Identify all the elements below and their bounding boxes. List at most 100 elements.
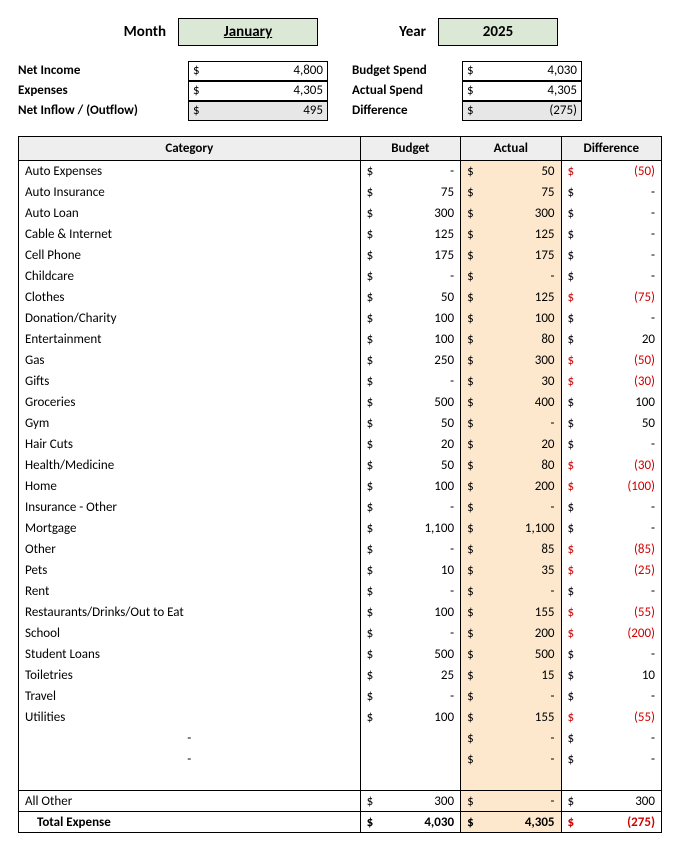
- actual-cell[interactable]: $300: [461, 203, 561, 224]
- actual-cell[interactable]: $-: [461, 413, 561, 434]
- actual-cell[interactable]: $50: [461, 161, 561, 182]
- actual-cell[interactable]: $15: [461, 665, 561, 686]
- difference-cell[interactable]: $-: [561, 266, 661, 287]
- budget-cell[interactable]: $-: [360, 161, 460, 182]
- difference-cell[interactable]: $(200): [561, 623, 661, 644]
- budget-cell[interactable]: $-: [360, 686, 460, 707]
- category-cell[interactable]: Restaurants/Drinks/Out to Eat: [19, 602, 361, 623]
- actual-cell[interactable]: $30: [461, 371, 561, 392]
- category-cell[interactable]: Gifts: [19, 371, 361, 392]
- budget-cell[interactable]: $-: [360, 266, 460, 287]
- actual-cell[interactable]: $80: [461, 455, 561, 476]
- budget-cell[interactable]: $100: [360, 329, 460, 350]
- actual-cell[interactable]: $175: [461, 245, 561, 266]
- category-cell[interactable]: Cable & Internet: [19, 224, 361, 245]
- expenses-value[interactable]: $ 4,305: [188, 81, 328, 101]
- budget-cell[interactable]: $175: [360, 245, 460, 266]
- actual-cell[interactable]: $-: [461, 581, 561, 602]
- net-income-value[interactable]: $ 4,800: [188, 61, 328, 81]
- budget-cell[interactable]: $25: [360, 665, 460, 686]
- actual-cell[interactable]: $125: [461, 287, 561, 308]
- budget-cell[interactable]: $20: [360, 434, 460, 455]
- category-cell[interactable]: Childcare: [19, 266, 361, 287]
- budget-cell[interactable]: $250: [360, 350, 460, 371]
- actual-cell[interactable]: $300: [461, 350, 561, 371]
- actual-cell[interactable]: $-: [461, 497, 561, 518]
- category-cell[interactable]: Gas: [19, 350, 361, 371]
- budget-cell[interactable]: $300: [360, 203, 460, 224]
- actual-cell[interactable]: $155: [461, 602, 561, 623]
- budget-cell[interactable]: $100: [360, 308, 460, 329]
- category-cell[interactable]: Cell Phone: [19, 245, 361, 266]
- difference-cell[interactable]: $-: [561, 497, 661, 518]
- difference-cell[interactable]: $(55): [561, 707, 661, 728]
- category-cell[interactable]: Pets: [19, 560, 361, 581]
- difference-cell[interactable]: $10: [561, 665, 661, 686]
- category-cell[interactable]: Auto Loan: [19, 203, 361, 224]
- actual-cell[interactable]: $80: [461, 329, 561, 350]
- budget-cell[interactable]: $50: [360, 287, 460, 308]
- budget-cell[interactable]: $-: [360, 497, 460, 518]
- difference-cell[interactable]: $(75): [561, 287, 661, 308]
- category-cell[interactable]: Gym: [19, 413, 361, 434]
- category-cell[interactable]: Mortgage: [19, 518, 361, 539]
- difference-cell[interactable]: $-: [561, 308, 661, 329]
- category-cell[interactable]: Rent: [19, 581, 361, 602]
- budget-cell[interactable]: $10: [360, 560, 460, 581]
- budget-spend-value[interactable]: $ 4,030: [462, 61, 582, 81]
- category-cell[interactable]: Toiletries: [19, 665, 361, 686]
- difference-cell[interactable]: $(25): [561, 560, 661, 581]
- category-cell[interactable]: Clothes: [19, 287, 361, 308]
- difference-cell[interactable]: $(55): [561, 602, 661, 623]
- budget-cell[interactable]: $50: [360, 413, 460, 434]
- actual-cell[interactable]: $200: [461, 476, 561, 497]
- budget-cell[interactable]: $-: [360, 539, 460, 560]
- budget-cell[interactable]: $125: [360, 224, 460, 245]
- difference-cell[interactable]: $-: [561, 686, 661, 707]
- actual-cell[interactable]: $500: [461, 644, 561, 665]
- budget-cell[interactable]: $50: [360, 455, 460, 476]
- difference-cell[interactable]: $-: [561, 203, 661, 224]
- actual-cell[interactable]: $125: [461, 224, 561, 245]
- budget-cell[interactable]: $100: [360, 476, 460, 497]
- category-cell[interactable]: Health/Medicine: [19, 455, 361, 476]
- category-cell[interactable]: Auto Insurance: [19, 182, 361, 203]
- difference-cell[interactable]: $100: [561, 392, 661, 413]
- actual-cell[interactable]: $400: [461, 392, 561, 413]
- category-cell[interactable]: Other: [19, 539, 361, 560]
- budget-cell[interactable]: $500: [360, 392, 460, 413]
- category-cell[interactable]: Auto Expenses: [19, 161, 361, 182]
- actual-cell[interactable]: $35: [461, 560, 561, 581]
- month-value[interactable]: January: [178, 18, 318, 46]
- category-cell[interactable]: Insurance - Other: [19, 497, 361, 518]
- budget-cell[interactable]: $-: [360, 581, 460, 602]
- category-cell[interactable]: Donation/Charity: [19, 308, 361, 329]
- difference-cell[interactable]: $(30): [561, 371, 661, 392]
- difference-cell[interactable]: $(50): [561, 350, 661, 371]
- budget-cell[interactable]: $500: [360, 644, 460, 665]
- difference-cell[interactable]: $(85): [561, 539, 661, 560]
- budget-cell[interactable]: $75: [360, 182, 460, 203]
- actual-cell[interactable]: $75: [461, 182, 561, 203]
- difference-cell[interactable]: $-: [561, 581, 661, 602]
- budget-cell[interactable]: $1,100: [360, 518, 460, 539]
- difference-cell[interactable]: $-: [561, 224, 661, 245]
- category-cell[interactable]: Home: [19, 476, 361, 497]
- actual-cell[interactable]: $-: [461, 686, 561, 707]
- actual-cell[interactable]: $85: [461, 539, 561, 560]
- category-cell[interactable]: Student Loans: [19, 644, 361, 665]
- category-cell[interactable]: School: [19, 623, 361, 644]
- difference-cell[interactable]: $50: [561, 413, 661, 434]
- actual-cell[interactable]: $200: [461, 623, 561, 644]
- category-cell[interactable]: Utilities: [19, 707, 361, 728]
- actual-spend-value[interactable]: $ 4,305: [462, 81, 582, 101]
- budget-cell[interactable]: $100: [360, 707, 460, 728]
- category-cell[interactable]: Entertainment: [19, 329, 361, 350]
- budget-cell[interactable]: $-: [360, 623, 460, 644]
- actual-cell[interactable]: $1,100: [461, 518, 561, 539]
- difference-cell[interactable]: $(30): [561, 455, 661, 476]
- difference-cell[interactable]: $(50): [561, 161, 661, 182]
- category-cell[interactable]: Groceries: [19, 392, 361, 413]
- category-cell[interactable]: Hair Cuts: [19, 434, 361, 455]
- difference-cell[interactable]: $-: [561, 644, 661, 665]
